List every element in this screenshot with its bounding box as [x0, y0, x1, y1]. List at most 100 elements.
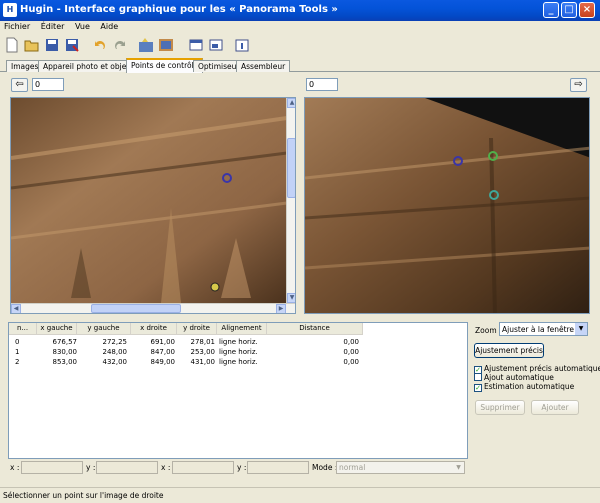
checkbox-label: Ajout automatique: [484, 373, 554, 382]
right-image-pane[interactable]: [304, 97, 590, 314]
tab-stitcher[interactable]: Assembleur: [236, 60, 291, 72]
checkbox-label: Estimation automatique: [484, 382, 575, 391]
cell-x-right: 691,00: [150, 338, 176, 346]
cell-x-right: 849,00: [150, 358, 176, 366]
left-image-pane[interactable]: ▲ ▼ ◀ ▶: [10, 97, 296, 314]
zoom-select-value: Ajuster à la fenêtre: [502, 325, 575, 334]
title-bar: H Hugin - Interface graphique pour les «…: [0, 0, 600, 21]
x-right-label: x :: [161, 463, 171, 472]
preview-window-icon[interactable]: [208, 37, 224, 53]
cell-y-right: 431,00: [190, 358, 216, 366]
column-header-distance[interactable]: Distance: [267, 323, 363, 335]
left-horizontal-scroll-thumb[interactable]: [91, 304, 181, 313]
menu-aide[interactable]: Aide: [96, 21, 122, 33]
auto-add-checkbox[interactable]: Ajout automatique: [474, 373, 554, 382]
cell-distance: 0,00: [343, 358, 359, 366]
menu-editer[interactable]: Éditer: [37, 21, 69, 33]
redo-icon[interactable]: [112, 37, 128, 53]
cell-y-left: 248,00: [102, 348, 128, 356]
app-icon: H: [3, 3, 17, 17]
x-left-field[interactable]: [21, 461, 83, 474]
delete-point-button[interactable]: Supprimer: [475, 400, 525, 415]
scroll-up-button[interactable]: ▲: [287, 98, 295, 108]
zoom-label: Zoom :: [475, 326, 502, 335]
left-image-number-field[interactable]: 0: [32, 78, 64, 91]
left-control-points: [210, 173, 232, 292]
zoom-select[interactable]: Ajuster à la fenêtre ▼: [499, 322, 588, 336]
column-header-alignment[interactable]: Alignement: [217, 323, 267, 335]
fine-tune-button[interactable]: Ajustement précis: [474, 343, 544, 358]
cell-x-left: 830,00: [52, 348, 78, 356]
menu-bar: Fichier Éditer Vue Aide: [0, 21, 600, 33]
cell-alignment: ligne horiz.: [219, 348, 258, 356]
tab-bar: Images Appareil photo et objectif Points…: [0, 58, 600, 73]
y-left-label: y :: [86, 463, 96, 472]
y-left-field[interactable]: [96, 461, 158, 474]
add-point-button[interactable]: Ajouter: [531, 400, 579, 415]
control-points-table: n... x gauche y gauche x droite y droite…: [8, 322, 468, 459]
undo-icon[interactable]: [92, 37, 108, 53]
save-as-icon[interactable]: [64, 37, 80, 53]
previous-image-button[interactable]: ⇦: [11, 78, 28, 92]
scroll-right-button[interactable]: ▶: [276, 304, 286, 313]
auto-estimate-checkbox[interactable]: ✓ Estimation automatique: [474, 382, 574, 392]
image-info-icon[interactable]: [188, 37, 204, 53]
chevron-down-icon[interactable]: ▼: [575, 323, 587, 335]
right-image-number-field[interactable]: 0: [306, 78, 338, 91]
save-icon[interactable]: [44, 37, 60, 53]
cell-distance: 0,00: [343, 338, 359, 346]
mode-select[interactable]: normal ▼: [336, 461, 465, 474]
left-vertical-scroll-thumb[interactable]: [287, 138, 295, 198]
cell-y-right: 253,00: [190, 348, 216, 356]
stitch-icon[interactable]: [158, 37, 174, 53]
y-right-field[interactable]: [247, 461, 309, 474]
scroll-left-button[interactable]: ◀: [11, 304, 21, 313]
y-right-label: y :: [237, 463, 247, 472]
chevron-down-icon[interactable]: ▼: [453, 462, 464, 473]
tab-control-points[interactable]: Points de contrôle: [126, 58, 204, 73]
new-file-icon[interactable]: [4, 37, 20, 53]
window-title: Hugin - Interface graphique pour les « P…: [20, 4, 338, 15]
control-point-options-panel: Zoom : Ajuster à la fenêtre ▼ Ajustement…: [472, 322, 600, 459]
cell-number: 2: [15, 358, 20, 366]
x-right-field[interactable]: [172, 461, 234, 474]
cell-distance: 0,00: [343, 348, 359, 356]
checkbox-checked[interactable]: ✓: [474, 384, 482, 392]
left-vertical-scrollbar[interactable]: ▲ ▼: [286, 98, 295, 303]
status-bar: Sélectionner un point sur l'image de dro…: [0, 487, 600, 503]
menu-vue[interactable]: Vue: [71, 21, 94, 33]
column-header-x-left[interactable]: x gauche: [37, 323, 77, 335]
minimize-button[interactable]: _: [543, 2, 559, 18]
cell-number: 0: [15, 338, 20, 346]
checkbox-label: Ajustement précis automatique: [484, 364, 600, 373]
column-header-number[interactable]: n...: [9, 323, 37, 335]
optimize-icon[interactable]: [138, 37, 154, 53]
x-left-label: x :: [10, 463, 20, 472]
left-horizontal-scrollbar[interactable]: ◀ ▶: [11, 303, 295, 313]
maximize-button[interactable]: □: [561, 2, 577, 18]
cell-y-left: 432,00: [102, 358, 128, 366]
column-header-x-right[interactable]: x droite: [131, 323, 177, 335]
control-point-0-left[interactable]: [222, 173, 232, 183]
checkbox-unchecked[interactable]: [474, 373, 482, 381]
menu-fichier[interactable]: Fichier: [0, 21, 34, 33]
scroll-down-button[interactable]: ▼: [287, 293, 295, 303]
close-button[interactable]: ×: [579, 2, 595, 18]
status-text: Sélectionner un point sur l'image de dro…: [3, 491, 164, 500]
next-image-button[interactable]: ⇨: [570, 78, 587, 92]
cell-alignment: ligne horiz.: [219, 338, 258, 346]
cell-number: 1: [15, 348, 20, 356]
mode-label: Mode :: [312, 463, 338, 472]
column-header-y-left[interactable]: y gauche: [77, 323, 131, 335]
open-folder-icon[interactable]: [24, 37, 40, 53]
control-point-2-left[interactable]: [210, 282, 220, 292]
mode-select-value: normal: [339, 463, 366, 472]
info-icon[interactable]: [234, 37, 250, 53]
cell-alignment: ligne horiz.: [219, 358, 258, 366]
right-temple-image[interactable]: [305, 98, 590, 314]
cell-y-left: 272,25: [102, 338, 128, 346]
cell-x-right: 847,00: [150, 348, 176, 356]
column-header-y-right[interactable]: y droite: [177, 323, 217, 335]
cell-y-right: 278,01: [190, 338, 216, 346]
toolbar: [0, 35, 600, 55]
